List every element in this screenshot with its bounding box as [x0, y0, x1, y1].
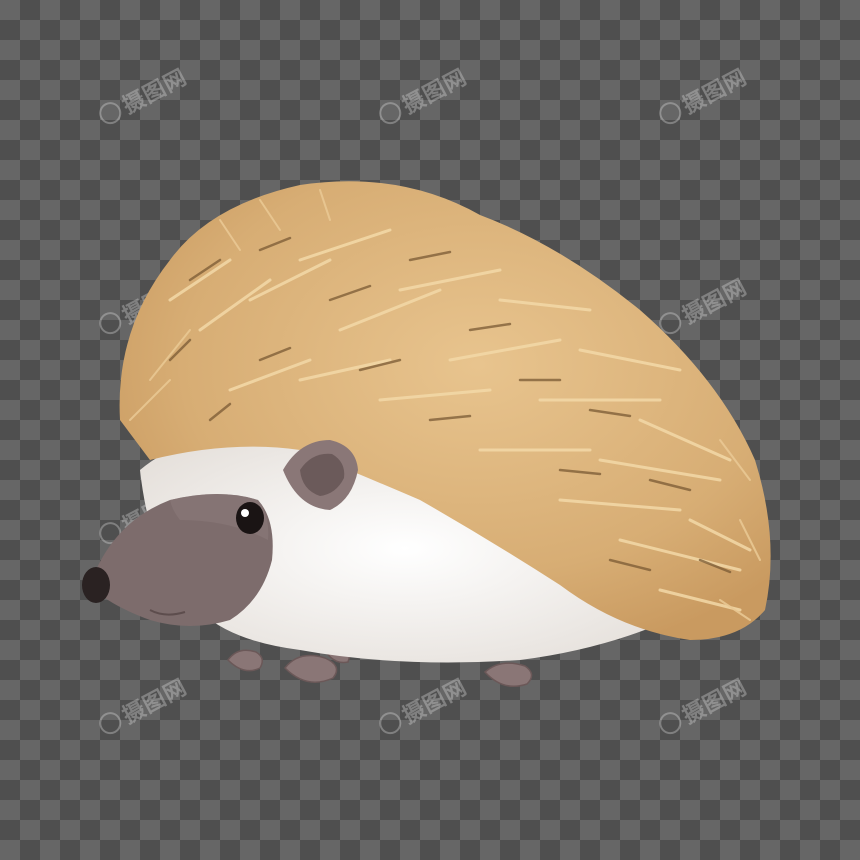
hedgehog-illustration [82, 181, 771, 687]
face [82, 494, 273, 626]
nose-icon [82, 567, 110, 603]
eye-icon [236, 502, 264, 534]
image-canvas: 摄图网 摄图网 摄图网 摄图网 摄图网 摄图网 摄图网 摄图网 摄图网 摄图网 … [0, 0, 860, 860]
